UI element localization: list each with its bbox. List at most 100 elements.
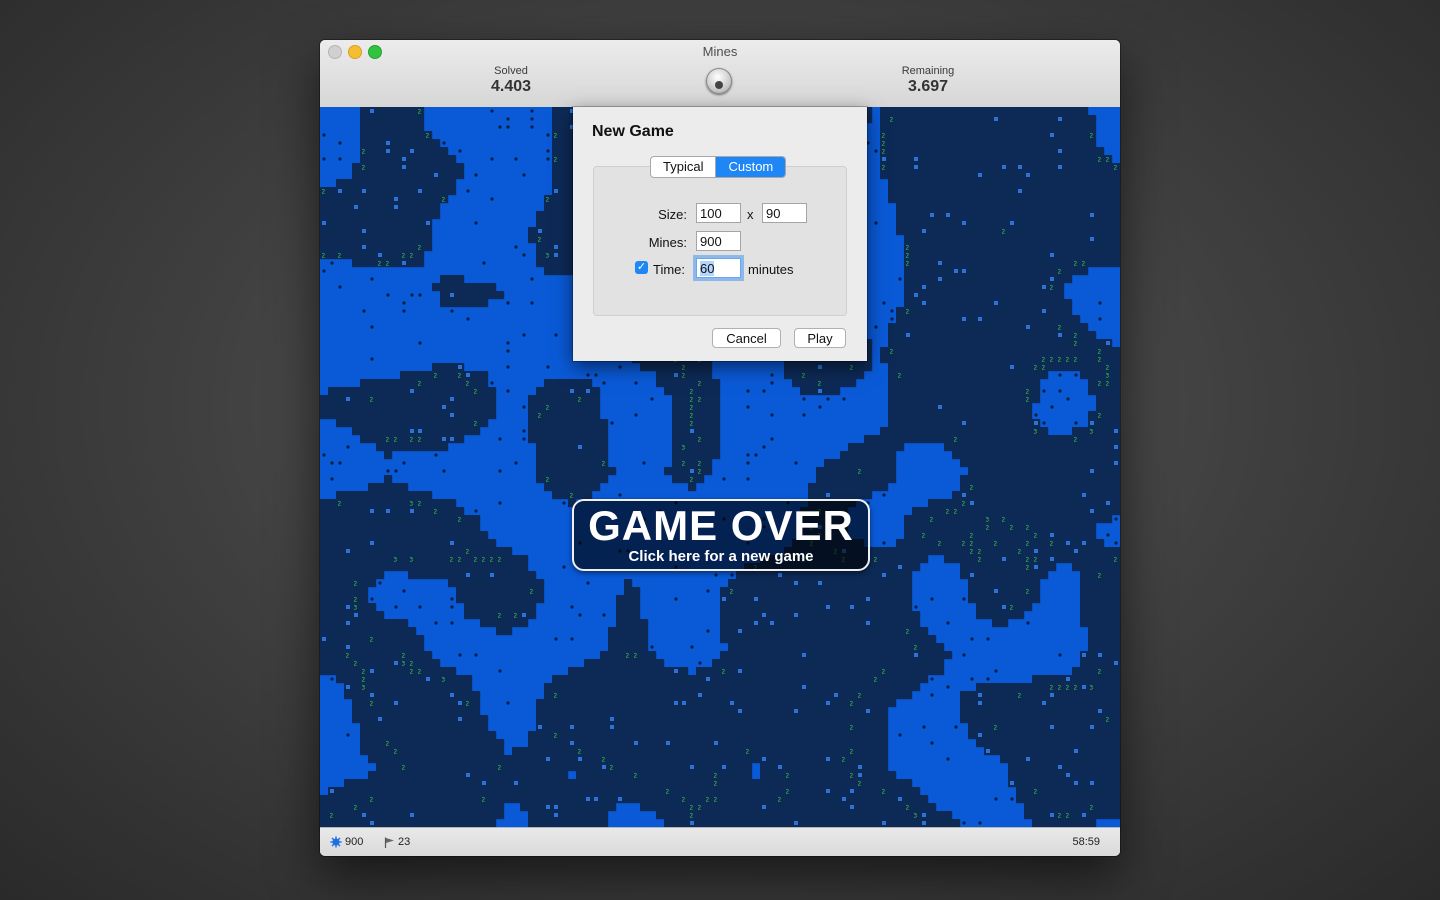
revealed-cell xyxy=(1096,371,1105,380)
mine-dot xyxy=(498,437,502,441)
revealed-cell xyxy=(648,651,657,660)
cell-marker xyxy=(994,301,998,305)
cell-number: 2 xyxy=(538,413,542,420)
revealed-cell xyxy=(672,403,681,412)
cell-number: 2 xyxy=(570,493,574,500)
revealed-cell xyxy=(360,547,369,556)
revealed-cell xyxy=(1016,259,1025,268)
cell-marker xyxy=(690,429,694,433)
revealed-cell xyxy=(1088,227,1097,236)
revealed-cell xyxy=(664,691,673,700)
revealed-cell xyxy=(1096,483,1105,492)
cell-marker xyxy=(394,205,398,209)
revealed-cell xyxy=(952,499,961,508)
revealed-cell xyxy=(1088,643,1097,652)
revealed-cell xyxy=(968,515,977,524)
revealed-cell xyxy=(1064,163,1073,172)
revealed-cell xyxy=(1072,155,1081,164)
revealed-cell xyxy=(376,659,385,668)
revealed-cell xyxy=(344,227,353,236)
revealed-cell xyxy=(1064,307,1073,316)
revealed-cell xyxy=(1096,539,1105,548)
revealed-cell xyxy=(336,243,345,252)
cell-marker xyxy=(1090,237,1094,241)
revealed-cell xyxy=(464,427,473,436)
revealed-cell xyxy=(1008,235,1017,244)
revealed-cell xyxy=(1096,203,1105,212)
revealed-cell xyxy=(384,723,393,732)
revealed-cell xyxy=(1040,179,1049,188)
revealed-cell xyxy=(1048,315,1057,324)
revealed-cell xyxy=(904,411,913,420)
revealed-cell xyxy=(1056,227,1065,236)
revealed-cell xyxy=(344,611,353,620)
revealed-cell xyxy=(1056,275,1065,284)
revealed-cell xyxy=(680,379,689,388)
new-game-knob-icon[interactable] xyxy=(706,68,732,94)
revealed-cell xyxy=(992,531,1001,540)
revealed-cell xyxy=(392,531,401,540)
revealed-cell xyxy=(424,547,433,556)
revealed-cell xyxy=(904,659,913,668)
revealed-cell xyxy=(400,371,409,380)
revealed-cell xyxy=(1056,339,1065,348)
revealed-cell xyxy=(1096,251,1105,260)
revealed-cell xyxy=(888,659,897,668)
mine-dot xyxy=(674,597,678,601)
revealed-cell xyxy=(1024,147,1033,156)
revealed-cell xyxy=(992,323,1001,332)
revealed-cell xyxy=(1104,675,1113,684)
revealed-cell xyxy=(1080,107,1089,116)
revealed-cell xyxy=(368,139,377,148)
revealed-cell xyxy=(1056,123,1065,132)
revealed-cell xyxy=(1112,643,1120,652)
revealed-cell xyxy=(392,515,401,524)
revealed-cell xyxy=(472,571,481,580)
revealed-cell xyxy=(528,227,537,236)
revealed-cell xyxy=(1112,171,1120,180)
revealed-cell xyxy=(1000,363,1009,372)
revealed-cell xyxy=(1048,107,1057,116)
revealed-cell xyxy=(776,699,785,708)
revealed-cell xyxy=(448,155,457,164)
revealed-cell xyxy=(960,475,969,484)
revealed-cell xyxy=(896,355,905,364)
revealed-cell xyxy=(472,531,481,540)
revealed-cell xyxy=(440,571,449,580)
revealed-cell xyxy=(976,227,985,236)
revealed-cell xyxy=(368,643,377,652)
revealed-cell xyxy=(392,403,401,412)
revealed-cell xyxy=(336,635,345,644)
revealed-cell xyxy=(656,667,665,676)
revealed-cell xyxy=(760,627,769,636)
revealed-cell xyxy=(920,395,929,404)
revealed-cell xyxy=(944,443,953,452)
revealed-cell xyxy=(1032,211,1041,220)
revealed-cell xyxy=(568,667,577,676)
revealed-cell xyxy=(728,651,737,660)
revealed-cell xyxy=(752,643,761,652)
revealed-cell xyxy=(896,683,905,692)
cell-number: 2 xyxy=(458,557,462,564)
revealed-cell xyxy=(744,667,753,676)
revealed-cell xyxy=(936,667,945,676)
revealed-cell xyxy=(1000,683,1009,692)
cell-number: 2 xyxy=(634,653,638,660)
revealed-cell xyxy=(408,163,417,172)
revealed-cell xyxy=(552,259,561,268)
cell-marker xyxy=(954,269,958,273)
revealed-cell xyxy=(624,619,633,628)
mine-dot xyxy=(338,157,342,161)
revealed-cell xyxy=(520,563,529,572)
revealed-cell xyxy=(1000,315,1009,324)
revealed-cell xyxy=(528,403,537,412)
revealed-cell xyxy=(944,195,953,204)
cell-number: 2 xyxy=(1074,341,1078,348)
revealed-cell xyxy=(408,411,417,420)
revealed-cell xyxy=(968,363,977,372)
revealed-cell xyxy=(688,459,697,468)
revealed-cell xyxy=(408,403,417,412)
revealed-cell xyxy=(392,675,401,684)
revealed-cell xyxy=(1104,243,1113,252)
revealed-cell xyxy=(616,699,625,708)
